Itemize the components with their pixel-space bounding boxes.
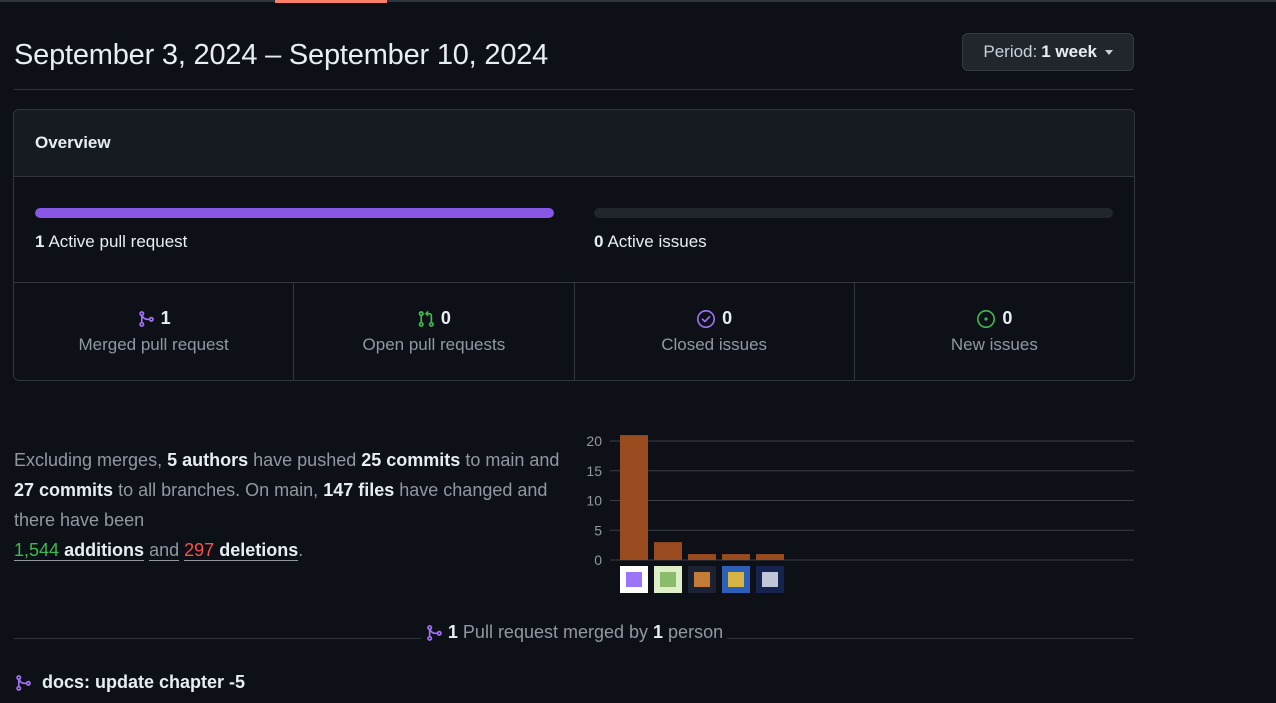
closed-issues-count: 0: [722, 308, 733, 328]
open-prs-label: Open pull requests: [362, 335, 506, 354]
merged-pr-item[interactable]: docs: update chapter -5: [14, 672, 245, 693]
chart-bar[interactable]: [756, 554, 784, 560]
pulse-header: September 3, 2024 – September 10, 2024 P…: [14, 33, 1134, 90]
additions-word: additions: [64, 540, 145, 560]
merged-prs-label: Merged pull request: [78, 335, 229, 354]
summary-text: to main and: [465, 450, 560, 470]
chart-y-tick-label: 10: [586, 493, 602, 509]
commits-all: 27 commits: [14, 480, 114, 500]
top-tab-underline: [0, 0, 1276, 3]
additions-count: 1,544: [14, 540, 60, 560]
active-pr-count: 1: [35, 232, 45, 251]
overview-panel: Overview 1 Active pull request 0 Active is…: [13, 109, 1135, 381]
active-pr-bar: [35, 208, 554, 218]
authors-link[interactable]: 5 authors: [167, 450, 248, 470]
merged-text-person: person: [668, 622, 724, 642]
active-issues-bar: [594, 208, 1113, 218]
chart-bar[interactable]: [620, 435, 648, 560]
chart-y-tick-label: 20: [586, 433, 602, 449]
summary-text: and: [149, 540, 180, 561]
files-changed: 147 files: [323, 480, 395, 500]
summary-period: .: [298, 540, 304, 560]
chart-y-tick-label: 15: [586, 463, 602, 479]
merged-count: 1: [447, 622, 458, 642]
active-issues-count: 0: [594, 232, 604, 251]
pr-title-link[interactable]: docs: update chapter -5: [42, 672, 245, 693]
chart-bar[interactable]: [688, 554, 716, 560]
chart-y-tick-label: 0: [594, 552, 602, 568]
stat-open-prs[interactable]: 0 Open pull requests: [294, 283, 575, 380]
git-merge-icon: [16, 674, 31, 691]
issue-closed-icon: [697, 309, 716, 328]
active-pr-caption[interactable]: 1 Active pull request: [35, 232, 187, 252]
activity-bars: 1 Active pull request 0 Active issues: [14, 177, 1134, 283]
active-tab-indicator: [275, 0, 387, 3]
stat-new-issues[interactable]: 0 New issues: [855, 283, 1134, 380]
chart-bar[interactable]: [654, 542, 682, 560]
period-value: 1 week: [1041, 42, 1097, 61]
active-pr-label: Active pull request: [48, 232, 188, 251]
overview-title: Overview: [14, 110, 1134, 177]
new-issues-count: 0: [1002, 308, 1013, 328]
git-pull-request-icon: [418, 310, 434, 327]
overview-stats: 1 Merged pull request 0 Open pull reques…: [14, 283, 1134, 380]
author-avatar-detail: [728, 572, 744, 587]
date-range-title: September 3, 2024 – September 10, 2024: [14, 39, 549, 71]
caret-down-icon: [1105, 49, 1113, 55]
merged-people-count: 1: [653, 622, 664, 642]
period-dropdown-button[interactable]: Period: 1 week: [962, 33, 1134, 71]
author-avatar-detail: [694, 572, 710, 587]
period-label: Period:: [983, 42, 1038, 61]
author-avatar-detail: [660, 572, 676, 587]
author-avatar-detail: [762, 572, 778, 587]
commit-summary: Excluding merges, 5 authors have pushed …: [14, 445, 574, 565]
deletions-word: deletions: [219, 540, 299, 560]
summary-text: have pushed: [253, 450, 357, 470]
deletions-link[interactable]: 297 deletions: [184, 540, 299, 561]
author-avatar-detail: [626, 572, 642, 587]
new-issues-label: New issues: [950, 335, 1038, 354]
chart-y-tick-label: 5: [594, 522, 602, 538]
active-issues-caption[interactable]: 0 Active issues: [594, 232, 707, 252]
active-issues-label: Active issues: [607, 232, 707, 251]
open-prs-count: 0: [440, 308, 451, 328]
closed-issues-label: Closed issues: [661, 335, 768, 354]
merged-prs-count: 1: [160, 308, 171, 328]
deletions-count: 297: [184, 540, 215, 560]
commits-by-author-chart: 0 5 10 15 20: [586, 433, 1134, 593]
merged-text: Pull request merged by: [462, 622, 649, 642]
merged-pr-summary: 1 Pull request merged by 1 person: [420, 622, 728, 643]
summary-text: to all branches. On main,: [118, 480, 319, 500]
stat-closed-issues[interactable]: 0 Closed issues: [575, 283, 855, 380]
summary-text: Excluding merges,: [14, 450, 163, 470]
stat-merged-prs[interactable]: 1 Merged pull request: [14, 283, 295, 380]
commits-main: 25 commits: [361, 450, 461, 470]
active-pr-bar-fill: [35, 208, 554, 218]
additions-link[interactable]: 1,544 additions: [14, 540, 145, 561]
issue-opened-icon: [977, 309, 996, 328]
git-merge-icon: [427, 624, 442, 641]
git-merge-icon: [138, 310, 154, 327]
merged-pr-divider: 1 Pull request merged by 1 person: [14, 622, 1134, 648]
chart-bar[interactable]: [722, 554, 750, 560]
